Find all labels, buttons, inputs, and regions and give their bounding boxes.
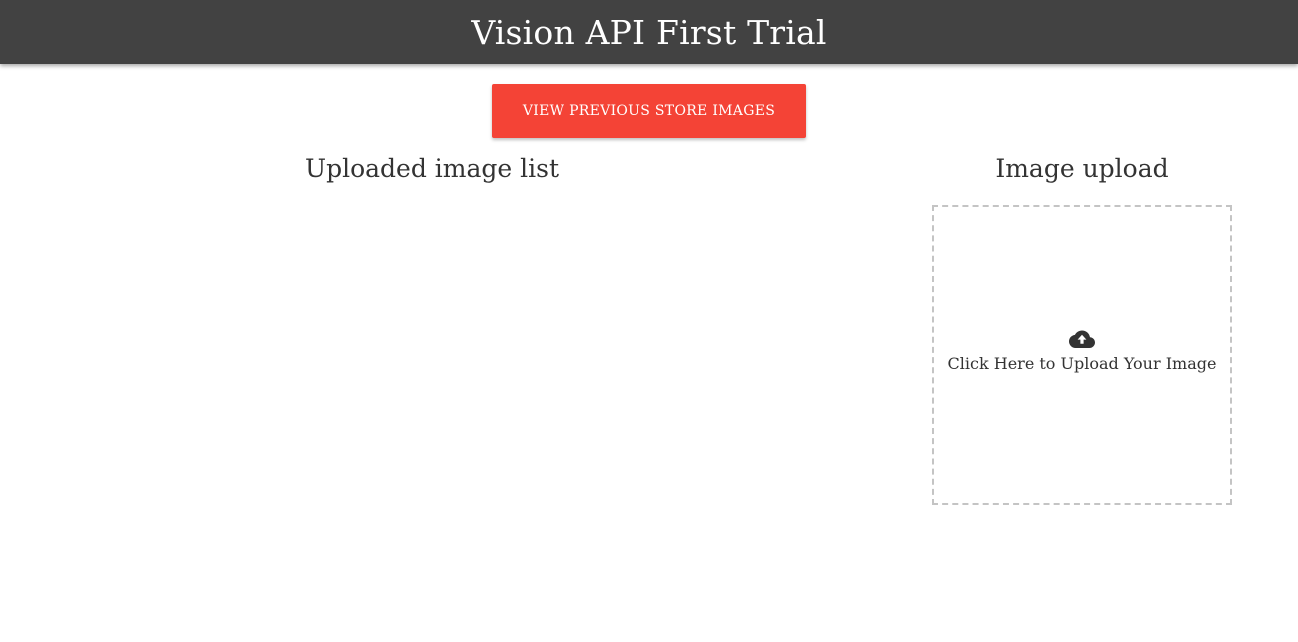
uploaded-image-list [60,200,860,620]
app-header: Vision API First Trial [0,0,1298,64]
upload-prompt: Click Here to Upload Your Image [947,353,1217,373]
upload-dropzone[interactable]: Click Here to Upload Your Image [932,205,1232,505]
app-title: Vision API First Trial [471,12,827,52]
view-previous-images-button[interactable]: VIEW PREVIOUS STORE IMAGES [492,84,806,138]
image-upload-heading: Image upload [995,154,1169,183]
cloud-upload-icon [1069,330,1095,348]
uploaded-list-heading: Uploaded image list [305,154,559,183]
